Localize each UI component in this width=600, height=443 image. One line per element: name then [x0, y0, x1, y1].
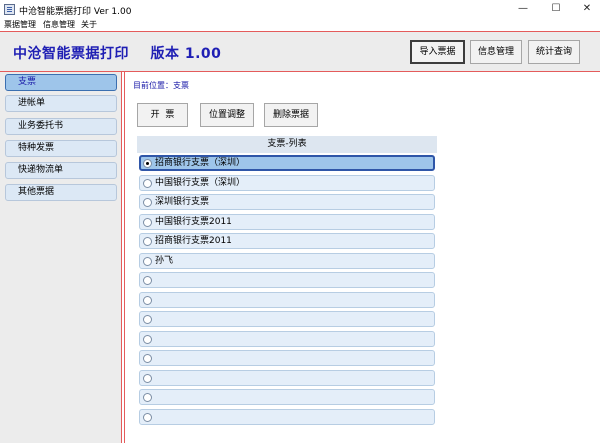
radio-icon[interactable] — [143, 198, 152, 207]
radio-icon[interactable] — [143, 296, 152, 305]
list-item[interactable] — [139, 292, 435, 308]
main-panel: 目前位置：支票 开 票 位置调整 删除票据 支票-列表 招商银行支票（深圳） 中… — [124, 72, 600, 443]
window-title: 中沧智能票据打印 Ver 1.00 — [19, 7, 132, 17]
list-item-label: 深圳银行支票 — [155, 197, 210, 207]
adjust-position-button[interactable]: 位置调整 — [200, 103, 254, 127]
statistics-query-button[interactable]: 统计查询 — [528, 40, 580, 64]
list-item[interactable] — [139, 370, 435, 386]
list-item[interactable]: 中国银行支票2011 — [139, 214, 435, 230]
list-item-label: 孙飞 — [155, 256, 174, 266]
radio-icon[interactable] — [143, 276, 152, 285]
list-item[interactable] — [139, 389, 435, 405]
app-name: 中沧智能票据打印 版本 1.00 — [13, 46, 222, 62]
radio-icon[interactable] — [143, 335, 152, 344]
import-tickets-button[interactable]: 导入票据 — [410, 40, 465, 64]
list-item[interactable] — [139, 350, 435, 366]
issue-ticket-button[interactable]: 开 票 — [137, 103, 188, 127]
sidebar-item-deposit-slip[interactable]: 进帐单 — [5, 95, 117, 112]
radio-icon[interactable] — [143, 315, 152, 324]
list-item-label: 招商银行支票2011 — [155, 236, 232, 246]
list-item[interactable] — [139, 331, 435, 347]
sidebar-item-express-waybill[interactable]: 快递物流单 — [5, 162, 117, 179]
info-management-button[interactable]: 信息管理 — [470, 40, 522, 64]
sidebar-item-business-commission[interactable]: 业务委托书 — [5, 118, 117, 135]
check-list: 支票-列表 招商银行支票（深圳） 中国银行支票（深圳） 深圳银行支票 中国银行支… — [137, 136, 437, 436]
menu-ticket-management[interactable]: 票据管理 — [4, 19, 36, 30]
title-bar: 中沧智能票据打印 Ver 1.00 — ☐ ✕ — [0, 0, 600, 18]
radio-icon[interactable] — [143, 179, 152, 188]
list-item[interactable]: 孙飞 — [139, 253, 435, 269]
menu-info-management[interactable]: 信息管理 — [43, 19, 75, 30]
minimize-button[interactable]: — — [508, 0, 538, 18]
list-item-label: 招商银行支票（深圳） — [155, 158, 246, 168]
list-item[interactable]: 招商银行支票（深圳） — [139, 155, 435, 171]
list-item[interactable]: 招商银行支票2011 — [139, 233, 435, 249]
list-title: 支票-列表 — [137, 136, 437, 153]
radio-icon[interactable] — [143, 393, 152, 402]
menu-about[interactable]: 关于 — [81, 19, 97, 30]
radio-selected-icon[interactable] — [143, 159, 152, 168]
sidebar: 支票 进帐单 业务委托书 特种发票 快递物流单 其他票据 — [0, 72, 122, 443]
radio-icon[interactable] — [143, 413, 152, 422]
sidebar-item-other-tickets[interactable]: 其他票据 — [5, 184, 117, 201]
radio-icon[interactable] — [143, 374, 152, 383]
list-item[interactable] — [139, 409, 435, 425]
radio-icon[interactable] — [143, 257, 152, 266]
list-item[interactable] — [139, 311, 435, 327]
app-icon — [4, 4, 15, 15]
breadcrumb: 目前位置：支票 — [133, 81, 189, 90]
list-item-label: 中国银行支票2011 — [155, 217, 232, 227]
maximize-button[interactable]: ☐ — [541, 0, 571, 18]
delete-ticket-button[interactable]: 删除票据 — [264, 103, 318, 127]
menu-bar: 票据管理 信息管理 关于 — [0, 18, 600, 31]
close-button[interactable]: ✕ — [572, 0, 600, 18]
sidebar-item-special-invoice[interactable]: 特种发票 — [5, 140, 117, 157]
radio-icon[interactable] — [143, 354, 152, 363]
radio-icon[interactable] — [143, 237, 152, 246]
list-item[interactable]: 深圳银行支票 — [139, 194, 435, 210]
list-item[interactable] — [139, 272, 435, 288]
list-item[interactable]: 中国银行支票（深圳） — [139, 175, 435, 191]
app-header: 中沧智能票据打印 版本 1.00 导入票据 信息管理 统计查询 — [0, 31, 600, 72]
radio-icon[interactable] — [143, 218, 152, 227]
sidebar-item-check[interactable]: 支票 — [5, 74, 117, 91]
list-item-label: 中国银行支票（深圳） — [155, 178, 246, 188]
